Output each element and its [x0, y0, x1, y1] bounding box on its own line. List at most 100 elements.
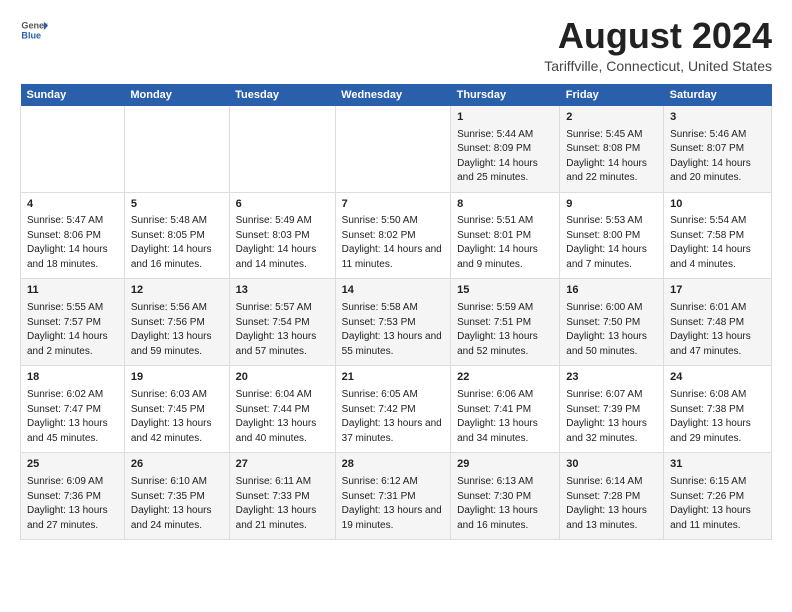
day-info: Sunrise: 6:07 AMSunset: 7:39 PMDaylight:… [566, 388, 657, 446]
day-number: 27 [236, 457, 329, 473]
day-number: 13 [236, 283, 329, 299]
day-info: Sunrise: 6:01 AMSunset: 7:48 PMDaylight:… [670, 301, 765, 359]
day-info: Sunrise: 6:13 AMSunset: 7:30 PMDaylight:… [457, 475, 553, 533]
day-cell: 28 Sunrise: 6:12 AMSunset: 7:31 PMDayligh… [335, 453, 450, 540]
day-info: Sunrise: 5:53 AMSunset: 8:00 PMDaylight:… [566, 214, 657, 272]
day-info: Sunrise: 5:51 AMSunset: 8:01 PMDaylight:… [457, 214, 553, 272]
day-info: Sunrise: 6:08 AMSunset: 7:38 PMDaylight:… [670, 388, 765, 446]
day-number: 7 [342, 197, 444, 213]
day-info: Sunrise: 5:50 AMSunset: 8:02 PMDaylight:… [342, 214, 444, 272]
day-number: 14 [342, 283, 444, 299]
day-info: Sunrise: 5:59 AMSunset: 7:51 PMDaylight:… [457, 301, 553, 359]
day-cell: 9Sunrise: 5:53 AMSunset: 8:00 PMDaylight… [560, 192, 664, 279]
day-number: 18 [27, 370, 118, 386]
day-info: Sunrise: 5:54 AMSunset: 7:58 PMDaylight:… [670, 214, 765, 272]
day-cell [21, 106, 125, 192]
day-cell: 15 Sunrise: 5:59 AMSunset: 7:51 PMDayligh… [451, 279, 560, 366]
day-cell: 23Sunrise: 6:07 AMSunset: 7:39 PMDayligh… [560, 366, 664, 453]
header-cell-saturday: Saturday [664, 84, 772, 106]
day-info: Sunrise: 6:15 AMSunset: 7:26 PMDaylight:… [670, 475, 765, 533]
day-cell: 1Sunrise: 5:44 AMSunset: 8:09 PMDaylight… [451, 106, 560, 192]
day-info: Sunrise: 6:03 AMSunset: 7:45 PMDaylight:… [131, 388, 223, 446]
header-cell-tuesday: Tuesday [229, 84, 335, 106]
day-number: 28 [342, 457, 444, 473]
day-cell: 17 Sunrise: 6:01 AMSunset: 7:48 PMDayligh… [664, 279, 772, 366]
header-cell-sunday: Sunday [21, 84, 125, 106]
day-info: Sunrise: 5:56 AMSunset: 7:56 PMDaylight:… [131, 301, 223, 359]
day-number: 21 [342, 370, 444, 386]
day-cell: 26 Sunrise: 6:10 AMSunset: 7:35 PMDayligh… [124, 453, 229, 540]
week-row-2: 4Sunrise: 5:47 AMSunset: 8:06 PMDaylight… [21, 192, 772, 279]
day-number: 17 [670, 283, 765, 299]
day-cell: 12 Sunrise: 5:56 AMSunset: 7:56 PMDayligh… [124, 279, 229, 366]
header-cell-thursday: Thursday [451, 84, 560, 106]
day-cell: 7Sunrise: 5:50 AMSunset: 8:02 PMDaylight… [335, 192, 450, 279]
day-cell: 24 Sunrise: 6:08 AMSunset: 7:38 PMDayligh… [664, 366, 772, 453]
header-cell-monday: Monday [124, 84, 229, 106]
day-number: 16 [566, 283, 657, 299]
subtitle: Tariffville, Connecticut, United States [544, 58, 772, 74]
day-number: 24 [670, 370, 765, 386]
day-cell: 25 Sunrise: 6:09 AMSunset: 7:36 PMDayligh… [21, 453, 125, 540]
svg-text:Blue: Blue [21, 30, 41, 40]
day-cell: 31Sunrise: 6:15 AMSunset: 7:26 PMDayligh… [664, 453, 772, 540]
day-cell: 10Sunrise: 5:54 AMSunset: 7:58 PMDayligh… [664, 192, 772, 279]
day-number: 15 [457, 283, 553, 299]
week-row-3: 11Sunrise: 5:55 AMSunset: 7:57 PMDayligh… [21, 279, 772, 366]
day-number: 6 [236, 197, 329, 213]
header-cell-wednesday: Wednesday [335, 84, 450, 106]
day-info: Sunrise: 6:02 AMSunset: 7:47 PMDaylight:… [27, 388, 118, 446]
calendar-table: SundayMondayTuesdayWednesdayThursdayFrid… [20, 84, 772, 541]
day-info: Sunrise: 6:11 AMSunset: 7:33 PMDaylight:… [236, 475, 329, 533]
calendar-header: SundayMondayTuesdayWednesdayThursdayFrid… [21, 84, 772, 106]
day-info: Sunrise: 6:05 AMSunset: 7:42 PMDaylight:… [342, 388, 444, 446]
header-row: SundayMondayTuesdayWednesdayThursdayFrid… [21, 84, 772, 106]
week-row-4: 18 Sunrise: 6:02 AMSunset: 7:47 PMDayligh… [21, 366, 772, 453]
day-number: 30 [566, 457, 657, 473]
day-cell: 14 Sunrise: 5:58 AMSunset: 7:53 PMDayligh… [335, 279, 450, 366]
day-cell: 19 Sunrise: 6:03 AMSunset: 7:45 PMDayligh… [124, 366, 229, 453]
day-cell [124, 106, 229, 192]
day-cell [335, 106, 450, 192]
day-cell: 13 Sunrise: 5:57 AMSunset: 7:54 PMDayligh… [229, 279, 335, 366]
day-number: 20 [236, 370, 329, 386]
day-info: Sunrise: 6:09 AMSunset: 7:36 PMDaylight:… [27, 475, 118, 533]
day-number: 5 [131, 197, 223, 213]
day-cell: 27 Sunrise: 6:11 AMSunset: 7:33 PMDayligh… [229, 453, 335, 540]
day-cell: 18 Sunrise: 6:02 AMSunset: 7:47 PMDayligh… [21, 366, 125, 453]
day-info: Sunrise: 5:49 AMSunset: 8:03 PMDaylight:… [236, 214, 329, 272]
day-number: 22 [457, 370, 553, 386]
day-info: Sunrise: 6:04 AMSunset: 7:44 PMDaylight:… [236, 388, 329, 446]
day-number: 26 [131, 457, 223, 473]
day-cell: 8Sunrise: 5:51 AMSunset: 8:01 PMDaylight… [451, 192, 560, 279]
day-number: 19 [131, 370, 223, 386]
day-info: Sunrise: 5:58 AMSunset: 7:53 PMDaylight:… [342, 301, 444, 359]
logo: General Blue [20, 16, 48, 44]
day-cell: 30Sunrise: 6:14 AMSunset: 7:28 PMDayligh… [560, 453, 664, 540]
header: General Blue August 2024 Tariffville, Co… [20, 16, 772, 74]
header-cell-friday: Friday [560, 84, 664, 106]
day-info: Sunrise: 5:57 AMSunset: 7:54 PMDaylight:… [236, 301, 329, 359]
day-cell: 21 Sunrise: 6:05 AMSunset: 7:42 PMDayligh… [335, 366, 450, 453]
day-cell: 2Sunrise: 5:45 AMSunset: 8:08 PMDaylight… [560, 106, 664, 192]
day-info: Sunrise: 6:06 AMSunset: 7:41 PMDaylight:… [457, 388, 553, 446]
day-number: 12 [131, 283, 223, 299]
title-area: August 2024 Tariffville, Connecticut, Un… [544, 16, 772, 74]
day-cell: 20 Sunrise: 6:04 AMSunset: 7:44 PMDayligh… [229, 366, 335, 453]
day-info: Sunrise: 6:12 AMSunset: 7:31 PMDaylight:… [342, 475, 444, 533]
day-number: 4 [27, 197, 118, 213]
day-info: Sunrise: 6:10 AMSunset: 7:35 PMDaylight:… [131, 475, 223, 533]
day-number: 8 [457, 197, 553, 213]
day-cell [229, 106, 335, 192]
day-info: Sunrise: 6:00 AMSunset: 7:50 PMDaylight:… [566, 301, 657, 359]
day-number: 10 [670, 197, 765, 213]
day-number: 25 [27, 457, 118, 473]
main-title: August 2024 [544, 16, 772, 56]
day-info: Sunrise: 5:48 AMSunset: 8:05 PMDaylight:… [131, 214, 223, 272]
logo-icon: General Blue [20, 16, 48, 44]
day-cell: 6Sunrise: 5:49 AMSunset: 8:03 PMDaylight… [229, 192, 335, 279]
day-number: 9 [566, 197, 657, 213]
day-cell: 4Sunrise: 5:47 AMSunset: 8:06 PMDaylight… [21, 192, 125, 279]
day-number: 2 [566, 110, 657, 126]
day-cell: 22 Sunrise: 6:06 AMSunset: 7:41 PMDayligh… [451, 366, 560, 453]
